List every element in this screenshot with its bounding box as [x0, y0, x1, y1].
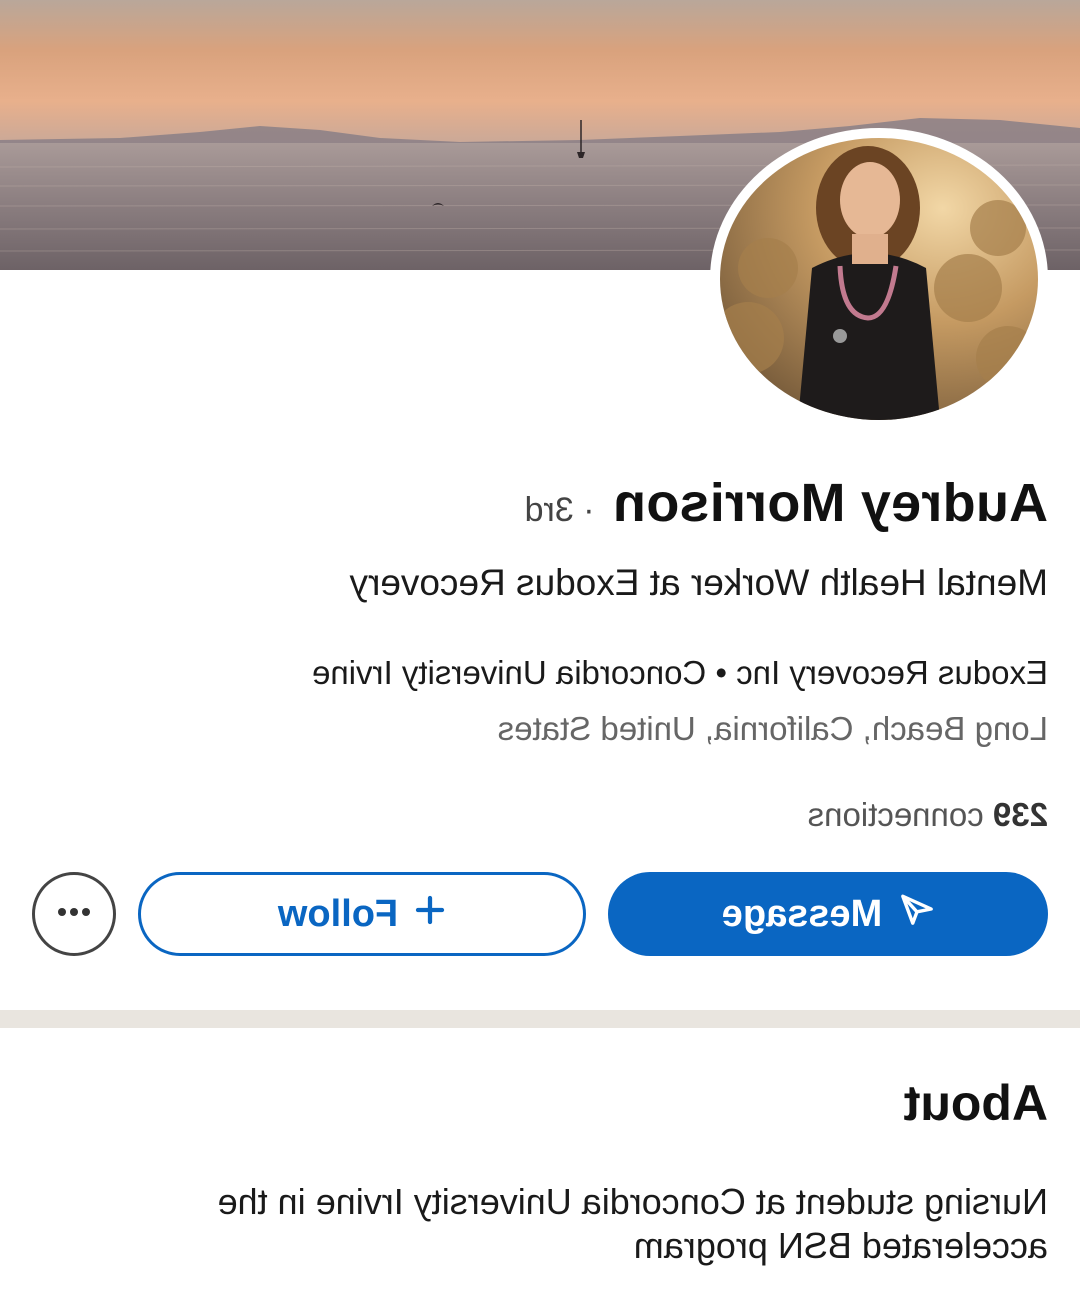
avatar-image — [720, 138, 1038, 420]
connection-degree: · 3rd — [524, 491, 595, 529]
plus-icon — [414, 893, 446, 936]
message-label: Message — [721, 892, 883, 935]
avatar-photo — [720, 138, 1038, 420]
about-text: Nursing student at Concordia University … — [217, 1181, 1048, 1266]
profile-location: Long Beach, California, United States — [497, 710, 1048, 747]
profile-organizations[interactable]: Exodus Recovery Inc • Concordia Universi… — [312, 654, 1048, 692]
follow-label: Follow — [277, 892, 399, 935]
section-divider — [0, 1010, 1080, 1028]
send-icon — [900, 892, 934, 936]
ellipsis-icon — [54, 905, 94, 923]
more-options-button[interactable] — [32, 872, 116, 956]
connections-label: connections — [807, 796, 984, 833]
message-button[interactable]: Message — [608, 872, 1048, 956]
about-heading: About — [903, 1075, 1048, 1131]
connections-link[interactable]: 239 connections — [808, 796, 1048, 834]
profile-page: Audrey Morrison · 3rd Mental Health Work… — [0, 0, 1080, 1300]
profile-headline: Mental Health Worker at Exodus Recovery — [349, 562, 1048, 603]
profile-name: Audrey Morrison — [612, 473, 1048, 533]
follow-button[interactable]: Follow — [138, 872, 586, 956]
avatar[interactable] — [710, 128, 1048, 430]
connections-count: 239 — [992, 796, 1048, 833]
name-row: Audrey Morrison · 3rd — [525, 472, 1048, 534]
